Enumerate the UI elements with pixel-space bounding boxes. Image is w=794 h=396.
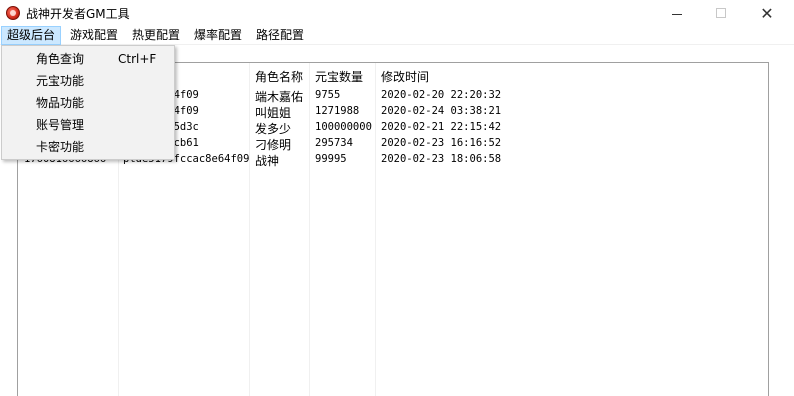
menu-item-shortcut: Ctrl+F	[118, 52, 157, 66]
cell-yuanbao: 99995	[315, 153, 347, 165]
app-logo-icon	[6, 6, 20, 20]
cell-role-name: 发多少	[255, 122, 292, 136]
menu-item-item-function[interactable]: 物品功能	[2, 92, 174, 114]
cell-yuanbao: 295734	[315, 137, 353, 149]
menu-path-config[interactable]: 路径配置	[251, 26, 309, 45]
menu-item-account-management[interactable]: 账号管理	[2, 114, 174, 136]
cell-modified-time: 2020-02-24 03:38:21	[381, 105, 502, 117]
maximize-icon	[716, 8, 726, 18]
cell-modified-time: 2020-02-23 16:16:52	[381, 137, 502, 149]
cell-modified-time: 2020-02-21 22:15:42	[381, 121, 502, 133]
minimize-button[interactable]	[654, 0, 700, 26]
menu-item-label: 账号管理	[36, 118, 85, 132]
cell-yuanbao: 1271988	[315, 105, 360, 117]
menu-item-role-query[interactable]: 角色查询 Ctrl+F	[2, 48, 174, 70]
cell-yuanbao: 100000000	[315, 121, 372, 133]
menu-item-card-key-function[interactable]: 卡密功能	[2, 136, 174, 158]
maximize-button[interactable]	[698, 0, 744, 26]
column-header-yuanbao[interactable]: 元宝数量	[315, 68, 363, 85]
menu-item-yuanbao-function[interactable]: 元宝功能	[2, 70, 174, 92]
menu-droprate-config[interactable]: 爆率配置	[189, 26, 247, 45]
menu-item-label: 角色查询	[36, 52, 85, 66]
cell-role-name: 刁修明	[255, 138, 292, 152]
menu-item-label: 物品功能	[36, 96, 85, 110]
super-admin-dropdown-menu: 角色查询 Ctrl+F 元宝功能 物品功能 账号管理 卡密功能	[1, 45, 175, 160]
menu-bar: 超级后台 游戏配置 热更配置 爆率配置 路径配置	[0, 26, 794, 45]
menu-hotfix-config[interactable]: 热更配置	[127, 26, 185, 45]
menu-super-admin[interactable]: 超级后台	[1, 26, 62, 45]
cell-role-name: 战神	[255, 154, 280, 168]
column-header-modified-time[interactable]: 修改时间	[381, 68, 429, 85]
column-header-role-name[interactable]: 角色名称	[255, 68, 303, 85]
close-icon: ✕	[760, 3, 774, 23]
menu-item-label: 元宝功能	[36, 74, 85, 88]
cell-modified-time: 2020-02-20 22:20:32	[381, 89, 502, 101]
close-button[interactable]: ✕	[744, 0, 790, 26]
cell-role-name: 端木嘉佑	[255, 90, 304, 104]
menu-item-label: 卡密功能	[36, 140, 85, 154]
window-title: 战神开发者GM工具	[26, 7, 130, 21]
title-bar: 战神开发者GM工具 ✕	[0, 0, 794, 26]
cell-modified-time: 2020-02-23 18:06:58	[381, 153, 502, 165]
cell-role-name: 叫姐姐	[255, 106, 292, 120]
cell-yuanbao: 9755	[315, 89, 341, 101]
minimize-icon	[672, 13, 682, 15]
menu-game-config[interactable]: 游戏配置	[65, 26, 123, 45]
